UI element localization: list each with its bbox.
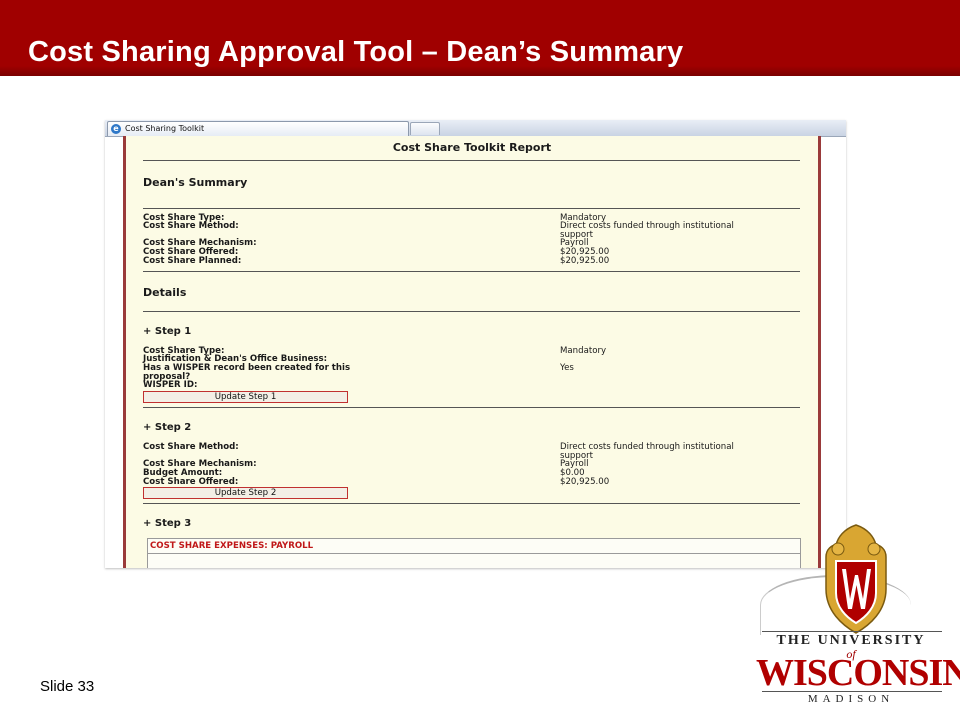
slide-title: Cost Sharing Approval Tool – Dean’s Summ… <box>28 36 684 68</box>
field-value: $20,925.00 <box>560 477 610 487</box>
update-step-1-button[interactable]: Update Step 1 <box>143 391 348 403</box>
field-value: Mandatory <box>560 346 607 356</box>
details-heading: Details <box>143 286 187 299</box>
internet-explorer-icon: e <box>111 124 121 134</box>
uw-madison-logo: THE UNIVERSITY of WISCONSIN MADISON <box>756 523 960 709</box>
field-value: $20,925.00 <box>560 256 610 266</box>
uw-crest-icon <box>825 524 887 634</box>
payroll-expenses-heading: COST SHARE EXPENSES: PAYROLL <box>150 541 314 551</box>
divider <box>143 271 800 272</box>
field-value: Yes <box>560 363 574 373</box>
logo-wisconsin: WISCONSIN <box>756 652 960 694</box>
logo-rule <box>762 631 942 632</box>
field-value: Direct costs funded through institutiona… <box>560 221 734 240</box>
field-label: Cost Share Planned: <box>143 256 242 266</box>
divider <box>148 553 800 554</box>
field-label: Cost Share Method: <box>143 221 239 231</box>
new-tab-button[interactable] <box>410 122 440 135</box>
divider <box>143 160 800 161</box>
field-label: Cost Share Method: <box>143 442 239 452</box>
divider <box>143 407 800 408</box>
field-value: Payroll <box>560 459 589 469</box>
browser-tab-label: Cost Sharing Toolkit <box>125 124 205 133</box>
divider <box>143 311 800 312</box>
report-page: Cost Share Toolkit Report Dean's Summary… <box>123 136 821 568</box>
field-value: Direct costs funded through institutiona… <box>560 442 734 461</box>
report-title: Cost Share Toolkit Report <box>392 141 552 154</box>
slide-number: Slide 33 <box>40 678 95 695</box>
browser-tab-strip: e Cost Sharing Toolkit <box>105 120 846 137</box>
field-label: Cost Share Offered: <box>143 477 239 487</box>
divider <box>143 208 800 209</box>
step-2-toggle[interactable]: + Step 2 <box>143 422 191 433</box>
slide-title-bar: Cost Sharing Approval Tool – Dean’s Summ… <box>0 0 960 76</box>
logo-madison: MADISON <box>807 693 895 705</box>
logo-rule <box>762 691 942 692</box>
payroll-expenses-panel: COST SHARE EXPENSES: PAYROLL <box>147 538 801 568</box>
step-3-toggle[interactable]: + Step 3 <box>143 518 191 529</box>
screenshot-browser-window: e Cost Sharing Toolkit Cost Share Toolki… <box>105 120 846 568</box>
step-1-toggle[interactable]: + Step 1 <box>143 326 191 337</box>
field-label: WISPER ID: <box>143 380 198 390</box>
browser-tab-cost-sharing-toolkit[interactable]: e Cost Sharing Toolkit <box>107 121 409 136</box>
divider <box>143 503 800 504</box>
deans-summary-heading: Dean's Summary <box>143 176 248 189</box>
update-step-2-button[interactable]: Update Step 2 <box>143 487 348 499</box>
